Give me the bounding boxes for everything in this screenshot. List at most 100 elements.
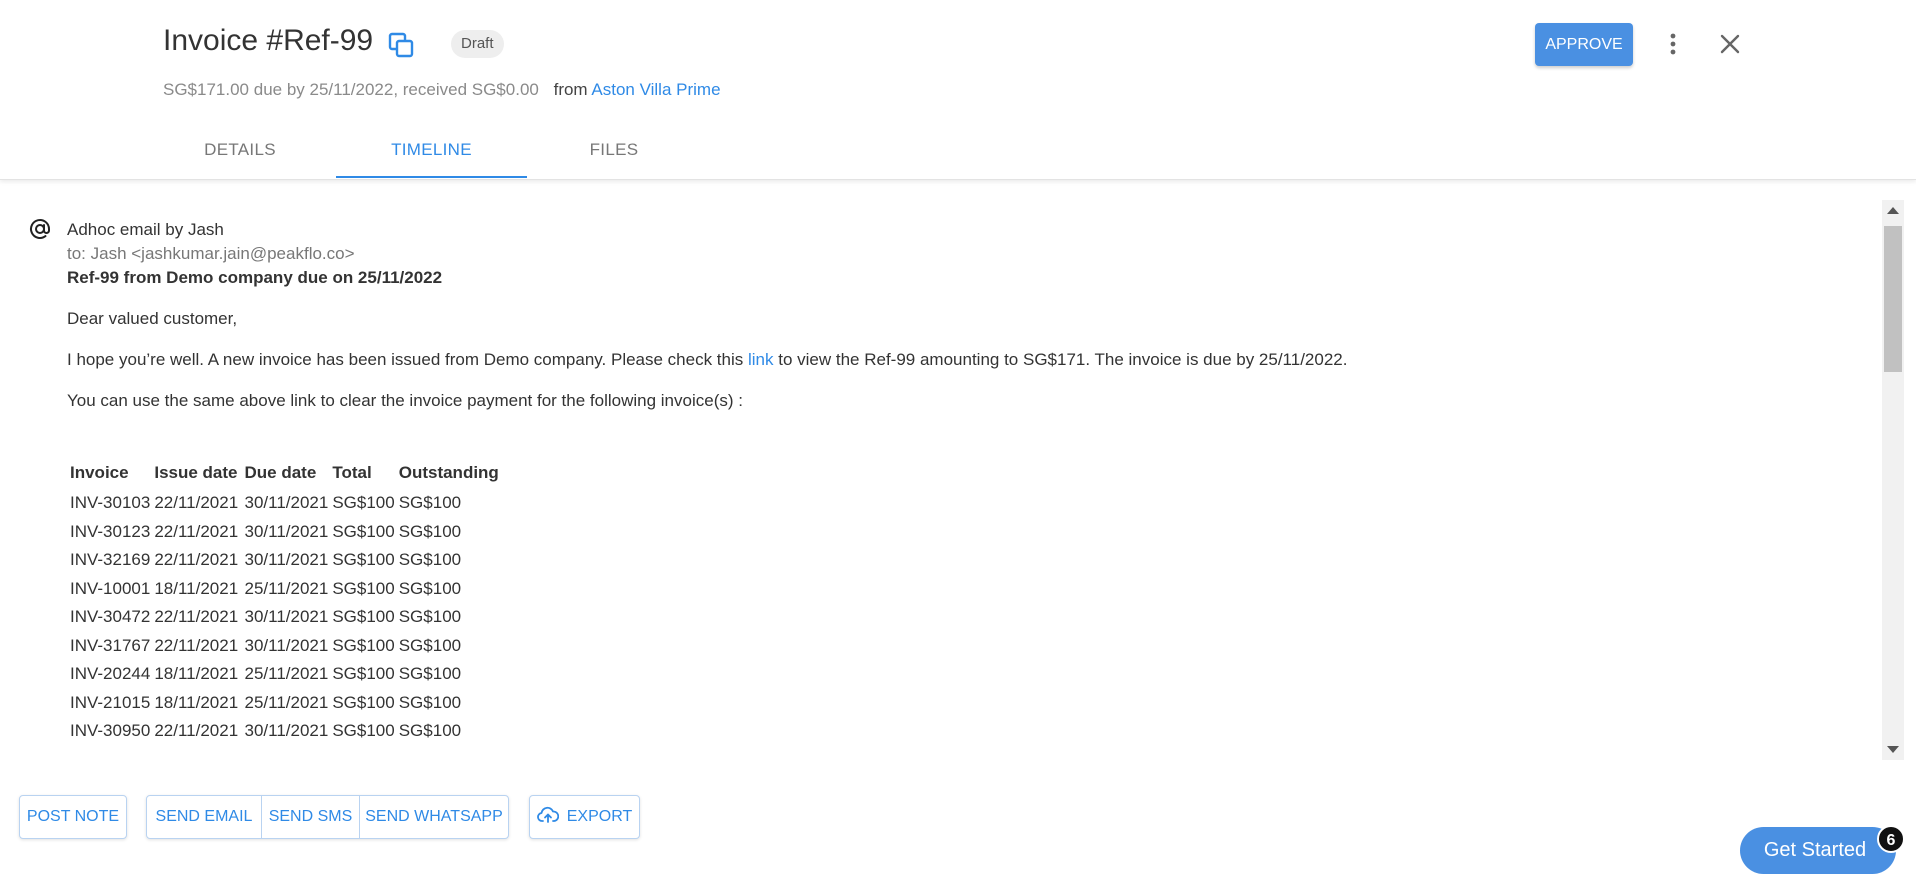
invoice-header: Invoice #Ref-99 Draft SG$171.00 due by 2… — [0, 0, 1916, 180]
table-cell: 18/11/2021 — [154, 692, 239, 712]
post-note-button[interactable]: POST NOTE — [19, 795, 127, 839]
more-vertical-icon[interactable] — [1660, 30, 1686, 58]
table-cell: 30/11/2021 — [244, 607, 329, 626]
email-greeting: Dear valued customer, — [67, 309, 238, 328]
invoice-table: Invoice Issue date Due date Total Outsta… — [67, 457, 503, 746]
invoice-link[interactable]: link — [748, 350, 774, 369]
table-header-row: Invoice Issue date Due date Total Outsta… — [67, 457, 503, 489]
table-row: INV-30472 22/11/2021 30/11/2021 SG$100 SG$10… — [67, 603, 503, 632]
email-body-text-end: to view the Ref-99 amounting to SG$171. … — [773, 350, 1348, 369]
column-header: Due date — [244, 463, 317, 482]
table-cell: SG$100 — [398, 607, 462, 626]
table-row: INV-30123 22/11/2021 30/11/2021 SG$100 SG$10… — [67, 518, 503, 547]
table-cell: 22/11/2021 — [154, 521, 239, 541]
table-cell: 30/11/2021 — [244, 550, 329, 569]
scroll-thumb[interactable] — [1884, 226, 1902, 372]
email-body-text: I hope you’re well. A new invoice has be… — [67, 350, 748, 369]
table-row: INV-30950 22/11/2021 30/11/2021 SG$100 SG$10… — [67, 717, 503, 746]
table-cell: SG$100 — [332, 550, 395, 569]
get-started-button[interactable]: Get Started — [1740, 827, 1896, 874]
export-button[interactable]: EXPORT — [529, 795, 640, 839]
table-cell: SG$100 — [332, 493, 395, 512]
page-title: Invoice #Ref-99 — [163, 24, 374, 57]
table-cell: SG$100 — [398, 635, 462, 655]
table-cell: 22/11/2021 — [154, 550, 239, 569]
tab-timeline[interactable]: TIMELINE — [336, 128, 527, 178]
column-header: Invoice — [70, 463, 129, 482]
entry-title: Adhoc email by Jash — [67, 220, 224, 239]
table-cell: 25/11/2021 — [244, 692, 329, 712]
table-cell: 18/11/2021 — [154, 578, 239, 598]
table-row: INV-31767 22/11/2021 30/11/2021 SG$100 SG$10… — [67, 632, 503, 661]
vendor-link[interactable]: Aston Villa Prime — [591, 80, 720, 99]
tab-files[interactable]: FILES — [527, 128, 701, 178]
table-cell: INV-30123 — [70, 521, 151, 541]
payment-note: You can use the same above link to clear… — [67, 391, 743, 410]
table-cell: 22/11/2021 — [154, 493, 239, 512]
table-cell: 25/11/2021 — [244, 578, 329, 598]
tab-details[interactable]: DETAILS — [163, 128, 317, 178]
table-cell: 18/11/2021 — [154, 664, 239, 683]
table-cell: INV-20244 — [70, 664, 151, 683]
table-cell: SG$100 — [398, 721, 462, 740]
status-badge: Draft — [451, 30, 504, 58]
table-cell: 22/11/2021 — [154, 607, 239, 626]
table-cell: 22/11/2021 — [154, 635, 239, 655]
table-cell: INV-30103 — [70, 493, 151, 512]
email-subject: Ref-99 from Demo company due on 25/11/20… — [67, 268, 443, 287]
table-cell: INV-21015 — [70, 692, 151, 712]
send-button-group: SEND EMAIL SEND SMS SEND WHATSAPP — [146, 795, 509, 839]
table-cell: SG$100 — [332, 664, 395, 683]
table-cell: SG$100 — [332, 635, 395, 655]
email-recipient: to: Jash <jashkumar.jain@peakflo.co> — [67, 244, 355, 263]
close-icon[interactable] — [1716, 30, 1744, 58]
copy-icon[interactable] — [387, 31, 415, 59]
table-cell: SG$100 — [332, 578, 395, 598]
table-cell: SG$100 — [332, 721, 395, 740]
approve-button[interactable]: APPROVE — [1535, 23, 1633, 66]
table-cell: INV-10001 — [70, 578, 151, 598]
column-header: Total — [332, 463, 372, 482]
timeline-scrollbar[interactable] — [1882, 200, 1904, 760]
table-cell: 22/11/2021 — [154, 721, 239, 740]
send-email-button[interactable]: SEND EMAIL — [147, 796, 262, 838]
email-entry: Adhoc email by Jash to: Jash <jashkumar.… — [67, 218, 1847, 746]
table-cell: INV-31767 — [70, 635, 151, 655]
column-header: Outstanding — [398, 463, 499, 482]
table-row: INV-20244 18/11/2021 25/11/2021 SG$100 SG$10… — [67, 660, 503, 689]
amount-summary: SG$171.00 due by 25/11/2022, received SG… — [163, 80, 539, 99]
table-row: INV-21015 18/11/2021 25/11/2021 SG$100 SG$10… — [67, 689, 503, 718]
table-cell: SG$100 — [332, 607, 395, 626]
cloud-upload-icon — [536, 807, 559, 824]
table-cell: 30/11/2021 — [244, 721, 329, 740]
table-row: INV-10001 18/11/2021 25/11/2021 SG$100 SG$10… — [67, 575, 503, 604]
table-cell: SG$100 — [398, 550, 462, 569]
table-cell: 25/11/2021 — [244, 664, 329, 683]
scroll-up-arrow-icon[interactable] — [1887, 207, 1899, 214]
table-cell: SG$100 — [398, 521, 462, 541]
table-cell: INV-30950 — [70, 721, 151, 740]
table-row: INV-32169 22/11/2021 30/11/2021 SG$100 SG$10… — [67, 546, 503, 575]
timeline-panel: Adhoc email by Jash to: Jash <jashkumar.… — [0, 200, 1880, 760]
table-cell: INV-30472 — [70, 607, 151, 626]
table-cell: SG$100 — [398, 578, 462, 598]
table-cell: 30/11/2021 — [244, 521, 329, 541]
invoice-summary: SG$171.00 due by 25/11/2022, received SG… — [163, 80, 721, 100]
send-sms-button[interactable]: SEND SMS — [262, 796, 360, 838]
column-header: Issue date — [154, 463, 238, 482]
at-sign-icon — [30, 218, 50, 239]
export-label: EXPORT — [566, 808, 633, 825]
scroll-down-arrow-icon[interactable] — [1887, 746, 1899, 753]
table-cell: INV-32169 — [70, 550, 151, 569]
table-row: INV-30103 22/11/2021 30/11/2021 SG$100 SG$10… — [67, 489, 503, 518]
table-cell: SG$100 — [398, 692, 462, 712]
email-body: I hope you’re well. A new invoice has be… — [67, 348, 1847, 372]
invoice-table-body: INV-30103 22/11/2021 30/11/2021 SG$100 SG$10… — [67, 489, 503, 746]
table-cell: SG$100 — [332, 521, 395, 541]
table-cell: SG$100 — [398, 664, 462, 683]
table-cell: 30/11/2021 — [244, 493, 329, 512]
from-label: from — [553, 80, 588, 99]
table-cell: SG$100 — [332, 692, 395, 712]
table-cell: 30/11/2021 — [244, 635, 329, 655]
send-whatsapp-button[interactable]: SEND WHATSAPP — [360, 796, 508, 838]
